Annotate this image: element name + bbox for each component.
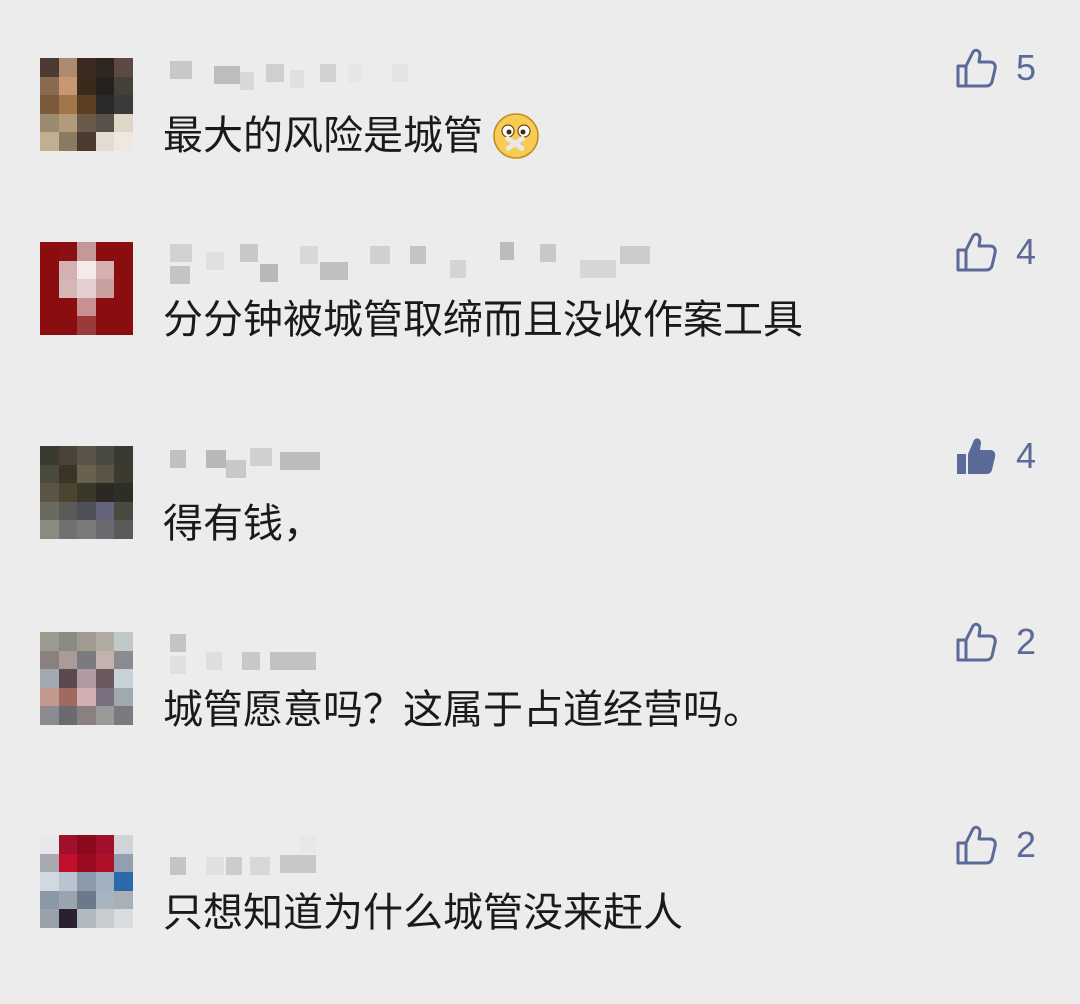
comment-item: 得有钱， 4 xyxy=(0,435,1080,606)
username-blurred[interactable] xyxy=(170,446,670,486)
thumbs-up-filled-icon xyxy=(954,434,998,478)
thumbs-up-icon xyxy=(954,823,998,867)
comment-text-content: 城管愿意吗？这属于占道经营吗。 xyxy=(163,687,763,733)
comment-item: 城管愿意吗？这属于占道经营吗。 2 xyxy=(0,621,1080,792)
comment-text-content: 得有钱， xyxy=(163,501,323,547)
thumbs-up-icon xyxy=(954,46,998,90)
comment-text: 分分钟被城管取缔而且没收作案工具 xyxy=(163,294,803,346)
avatar[interactable] xyxy=(40,835,133,928)
like-button[interactable]: 4 xyxy=(954,428,1036,484)
like-button[interactable]: 2 xyxy=(954,817,1036,873)
username-blurred[interactable] xyxy=(170,632,670,674)
username-blurred[interactable] xyxy=(170,835,670,875)
comment-item: 只想知道为什么城管没来赶人 2 xyxy=(0,824,1080,995)
avatar[interactable] xyxy=(40,632,133,725)
comment-text-content: 最大的风险是城管 xyxy=(163,113,483,159)
comment-item: 最大的风险是城管 5 xyxy=(0,47,1080,218)
zipper-mouth-face-icon xyxy=(493,113,539,159)
comment-text: 只想知道为什么城管没来赶人 xyxy=(163,887,683,939)
username-blurred[interactable] xyxy=(170,58,670,98)
comment-text-content: 分分钟被城管取缔而且没收作案工具 xyxy=(163,297,803,343)
like-button[interactable]: 2 xyxy=(954,614,1036,670)
thumbs-up-icon xyxy=(954,620,998,664)
thumbs-up-icon xyxy=(954,230,998,274)
comment-text-content: 只想知道为什么城管没来赶人 xyxy=(163,890,683,936)
like-count: 5 xyxy=(1016,47,1037,88)
comment-text: 城管愿意吗？这属于占道经营吗。 xyxy=(163,684,763,736)
comment-text: 得有钱， xyxy=(163,498,323,550)
like-button[interactable]: 5 xyxy=(954,40,1036,96)
like-count: 2 xyxy=(1016,824,1037,865)
like-button[interactable]: 4 xyxy=(954,224,1036,280)
like-count: 2 xyxy=(1016,621,1037,662)
avatar[interactable] xyxy=(40,58,133,151)
avatar[interactable] xyxy=(40,242,133,335)
like-count: 4 xyxy=(1016,435,1037,476)
like-count: 4 xyxy=(1016,231,1037,272)
comment-text: 最大的风险是城管 xyxy=(163,110,541,162)
username-blurred[interactable] xyxy=(170,242,670,284)
comment-item: 分分钟被城管取缔而且没收作案工具 4 xyxy=(0,231,1080,402)
avatar[interactable] xyxy=(40,446,133,539)
